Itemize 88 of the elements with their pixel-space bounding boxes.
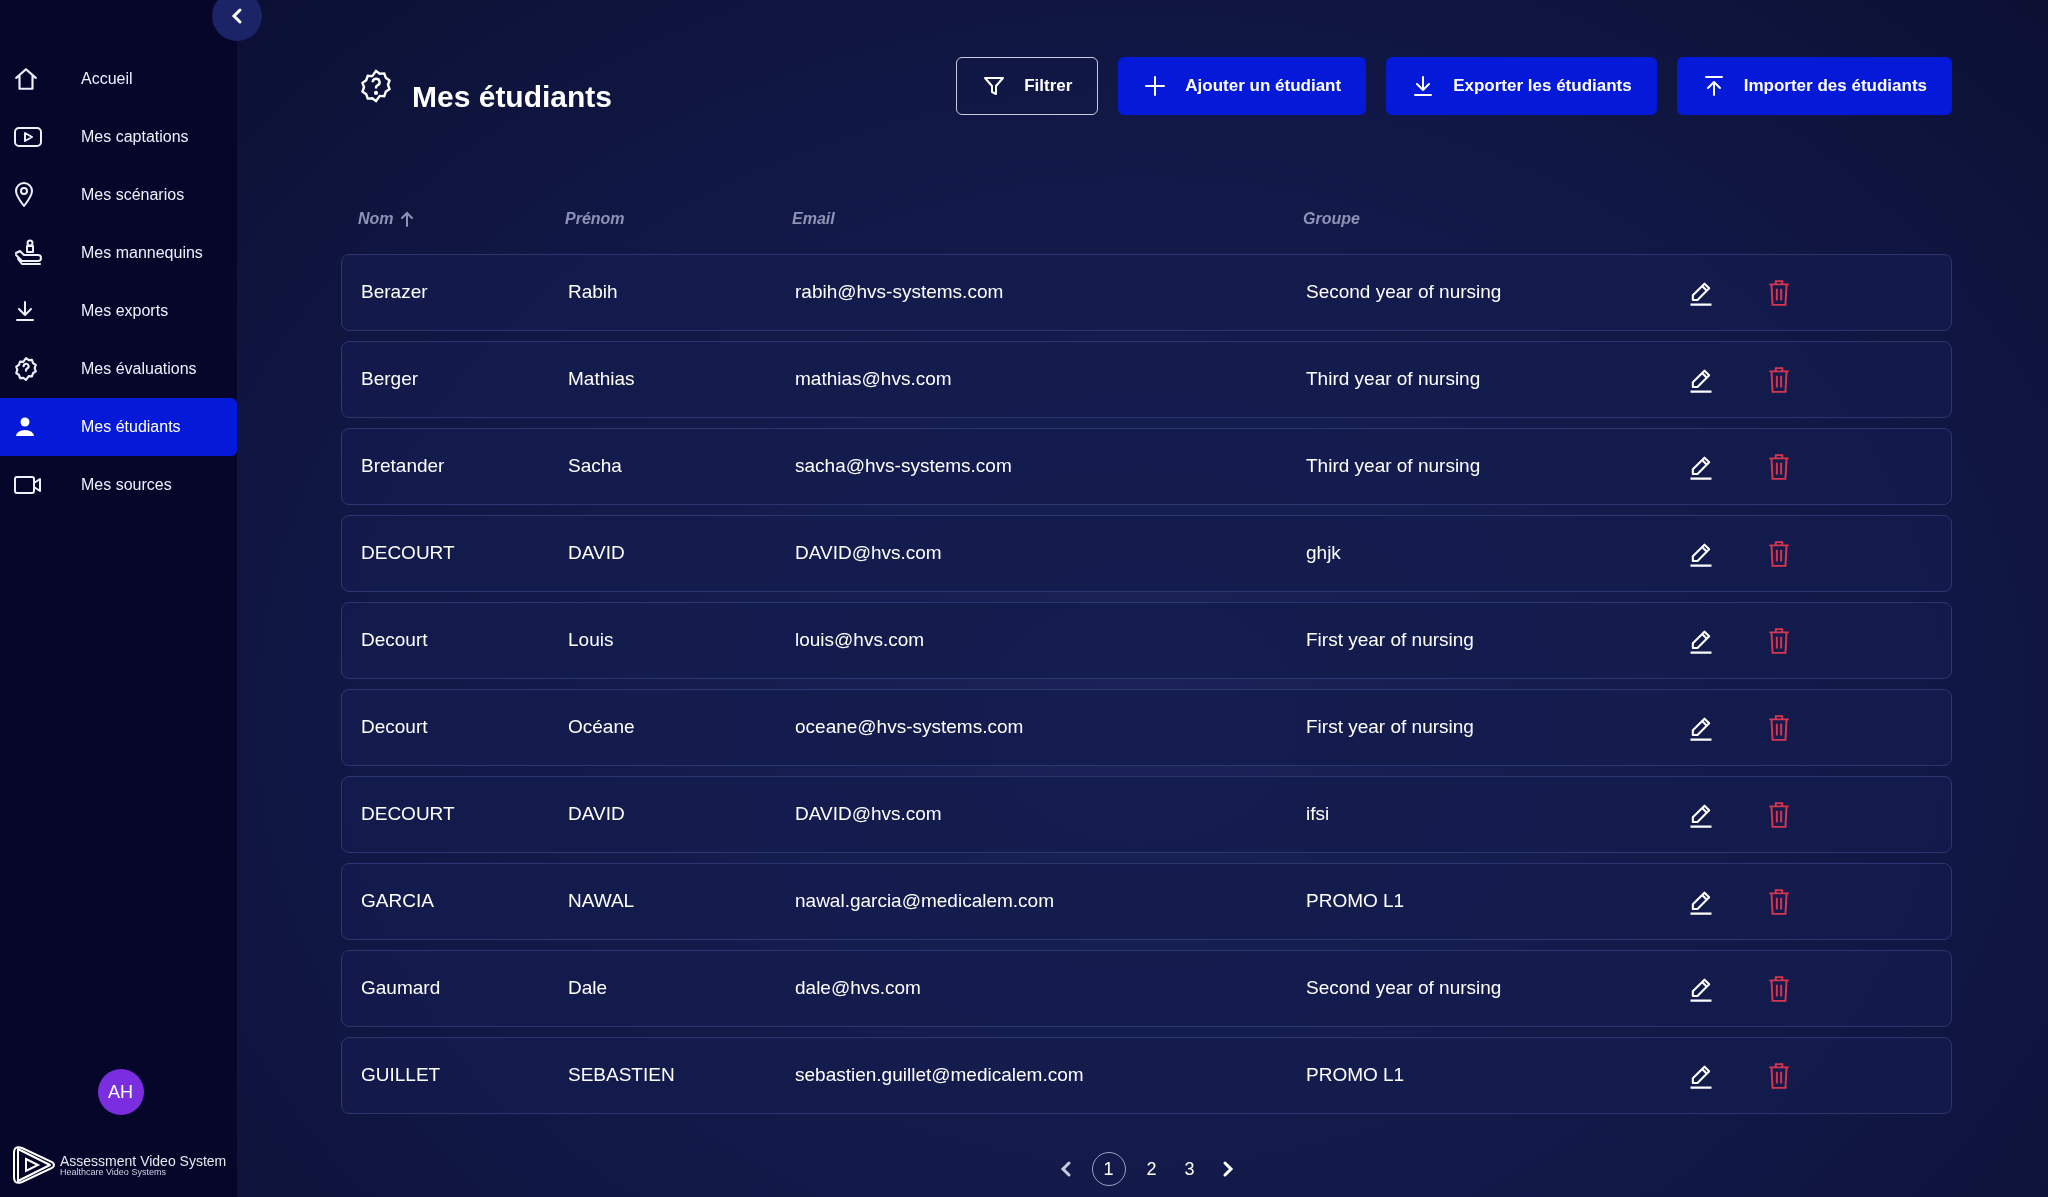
chevron-left-icon [230,7,244,25]
email-cell: sebastien.guillet@medicalem.com [795,1064,1084,1086]
first-name-cell: DAVID [568,803,625,825]
group-cell: First year of nursing [1306,629,1474,651]
email-cell: oceane@hvs-systems.com [795,716,1024,738]
column-header[interactable]: Email [792,207,835,231]
last-name-cell: Gaumard [361,977,441,999]
user-avatar[interactable]: AH [97,1069,144,1115]
group-cell: Third year of nursing [1306,368,1481,390]
video-camera-icon [13,474,43,496]
trash-icon [1766,626,1792,655]
sidebar-item[interactable]: Mes scénarios [0,166,237,224]
first-name-cell: Mathias [568,368,635,390]
last-name-cell: GARCIA [361,890,434,912]
first-name-cell: Louis [568,629,614,651]
toolbar-button[interactable]: Exporter les étudiants [1386,57,1657,115]
first-name-cell: Sacha [568,455,622,477]
group-cell: PROMO L1 [1306,890,1405,912]
filter-icon [982,74,1007,98]
group-cell: Second year of nursing [1306,281,1502,303]
page-title: Mes étudiants [412,78,613,115]
trash-icon [1766,539,1792,568]
page-button[interactable]: 3 [1177,1152,1202,1186]
mannequin-icon [13,239,43,267]
last-name-cell: Berazer [361,281,428,303]
email-cell: rabih@hvs-systems.com [795,281,1004,303]
first-name-cell: Océane [568,716,635,738]
last-name-cell: Berger [361,368,419,390]
email-cell: mathias@hvs.com [795,368,952,390]
toolbar-button[interactable]: Ajouter un étudiant [1118,57,1367,115]
first-name-cell: DAVID [568,542,625,564]
page-button[interactable]: 2 [1139,1152,1164,1186]
group-cell: Second year of nursing [1306,977,1502,999]
last-name-cell: Bretander [361,455,445,477]
first-name-cell: Dale [568,977,608,999]
sidebar-item[interactable]: Mes mannequins [0,224,237,282]
chevron-left-icon [1059,1160,1072,1178]
toolbar-button[interactable]: Importer des étudiants [1676,57,1952,115]
trash-icon [1766,974,1792,1003]
download-icon [13,299,37,323]
location-pin-icon [13,182,35,208]
question-badge-icon [13,356,39,382]
sidebar-item[interactable]: Accueil [0,50,237,108]
first-name-cell: SEBASTIEN [568,1064,675,1086]
toolbar-button[interactable]: Filtrer [956,57,1099,115]
question-badge-icon [358,68,394,104]
first-name-cell: NAWAL [568,890,635,912]
logo-title: Assessment Video System [60,1153,227,1168]
sidebar-item[interactable]: Mes évaluations [0,340,237,398]
last-name-cell: DECOURT [361,803,455,825]
home-icon [13,66,39,92]
column-header[interactable]: Groupe [1303,207,1360,231]
email-cell: DAVID@hvs.com [795,542,942,564]
chevron-right-icon [1221,1160,1234,1178]
group-cell: ifsi [1306,803,1330,825]
plus-icon [1143,74,1168,98]
trash-icon [1766,1061,1792,1090]
trash-icon [1766,452,1792,481]
trash-icon [1766,800,1792,829]
logo-subtitle: Healthcare Video Systems [60,1167,167,1177]
trash-icon [1766,713,1792,742]
trash-icon [1766,365,1792,394]
group-cell: First year of nursing [1306,716,1474,738]
last-name-cell: GUILLET [361,1064,441,1086]
email-cell: sacha@hvs-systems.com [795,455,1012,477]
last-name-cell: DECOURT [361,542,455,564]
email-cell: DAVID@hvs.com [795,803,942,825]
sidebar-item[interactable]: Mes captations [0,108,237,166]
sort-arrow-up-icon[interactable] [399,211,414,227]
group-cell: PROMO L1 [1306,1064,1405,1086]
email-cell: nawal.garcia@medicalem.com [795,890,1054,912]
column-header[interactable]: Prénom [565,207,625,231]
last-name-cell: Decourt [361,629,428,651]
sidebar-item[interactable]: Mes exports [0,282,237,340]
email-cell: louis@hvs.com [795,629,925,651]
sidebar-item[interactable]: Mes étudiants [0,398,237,456]
first-name-cell: Rabih [568,281,618,303]
email-cell: dale@hvs.com [795,977,921,999]
user-icon [13,415,37,439]
trash-icon [1766,887,1792,916]
group-cell: Third year of nursing [1306,455,1481,477]
play-logo-icon [12,1143,56,1187]
sidebar-item[interactable]: Mes sources [0,456,237,514]
play-icon [13,126,43,148]
trash-icon [1766,278,1792,307]
group-cell: ghjk [1306,542,1341,564]
last-name-cell: Decourt [361,716,428,738]
column-header[interactable]: Nom [358,207,394,231]
